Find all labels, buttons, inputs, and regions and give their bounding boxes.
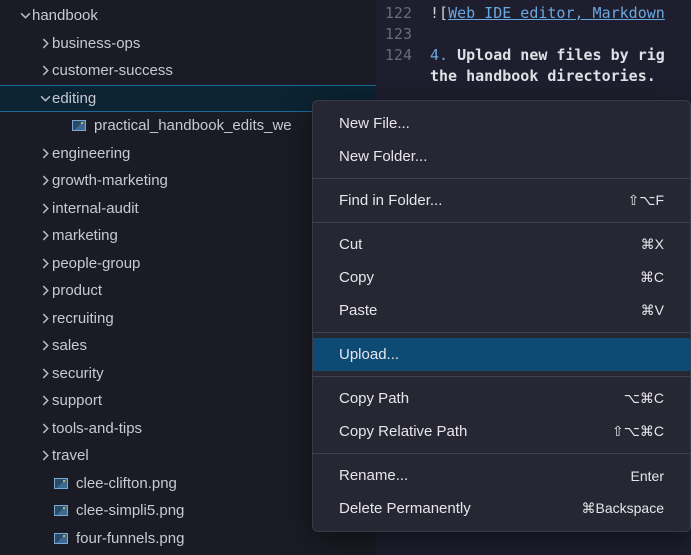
tree-folder[interactable]: customer-success: [0, 57, 376, 85]
menu-item-label: Copy Path: [339, 390, 409, 407]
code-line: the handbook directories.: [376, 65, 691, 86]
line-number: 123: [376, 25, 430, 43]
menu-item-label: New File...: [339, 115, 410, 132]
menu-item[interactable]: Delete Permanently ⌘Backspace: [313, 492, 690, 525]
menu-item-label: Rename...: [339, 467, 408, 484]
tree-label: handbook: [32, 7, 98, 24]
tree-label: clee-simpli5.png: [76, 502, 184, 519]
menu-item-label: Paste: [339, 302, 377, 319]
line-number: 122: [376, 4, 430, 22]
menu-item[interactable]: Rename... Enter: [313, 459, 690, 492]
chevron-right-icon: [38, 203, 52, 214]
tree-label: practical_handbook_edits_we: [94, 117, 292, 134]
menu-item-label: New Folder...: [339, 148, 427, 165]
menu-item[interactable]: Upload...: [313, 338, 690, 371]
image-file-icon: [70, 120, 88, 131]
tree-label: four-funnels.png: [76, 530, 184, 547]
code-content: the handbook directories.: [430, 67, 656, 85]
context-menu[interactable]: New File... New Folder... Find in Folder..…: [312, 100, 691, 532]
menu-item[interactable]: Copy Path ⌥⌘C: [313, 382, 690, 415]
line-number: 124: [376, 46, 430, 64]
chevron-right-icon: [38, 340, 52, 351]
menu-separator: [313, 178, 690, 179]
menu-item-shortcut: ⇧⌥F: [628, 192, 664, 209]
tree-label: marketing: [52, 227, 118, 244]
menu-item[interactable]: Copy ⌘C: [313, 261, 690, 294]
menu-item-label: Copy Relative Path: [339, 423, 467, 440]
chevron-right-icon: [38, 38, 52, 49]
chevron-right-icon: [38, 423, 52, 434]
tree-label: engineering: [52, 145, 130, 162]
tree-label: customer-success: [52, 62, 173, 79]
chevron-right-icon: [38, 148, 52, 159]
menu-item-shortcut: ⌥⌘C: [624, 390, 664, 407]
menu-item-shortcut: Enter: [631, 468, 664, 484]
code-content: ![Web IDE editor, Markdown: [430, 4, 665, 22]
code-content: 4. Upload new files by rig: [430, 46, 665, 64]
menu-item-label: Copy: [339, 269, 374, 286]
menu-item-shortcut: ⌘V: [641, 302, 664, 319]
chevron-right-icon: [38, 450, 52, 461]
tree-folder[interactable]: business-ops: [0, 30, 376, 58]
chevron-right-icon: [38, 230, 52, 241]
tree-label: security: [52, 365, 104, 382]
chevron-down-icon: [38, 93, 52, 104]
code-line: 122![Web IDE editor, Markdown: [376, 2, 691, 23]
menu-item-shortcut: ⌘X: [641, 236, 664, 253]
chevron-right-icon: [38, 313, 52, 324]
code-line: 1244. Upload new files by rig: [376, 44, 691, 65]
tree-label: editing: [52, 90, 96, 107]
menu-item-shortcut: ⇧⌥⌘C: [612, 423, 664, 440]
chevron-right-icon: [38, 65, 52, 76]
menu-item[interactable]: Copy Relative Path ⇧⌥⌘C: [313, 415, 690, 448]
tree-label: sales: [52, 337, 87, 354]
chevron-right-icon: [38, 395, 52, 406]
menu-item[interactable]: Find in Folder... ⇧⌥F: [313, 184, 690, 217]
chevron-right-icon: [38, 368, 52, 379]
menu-separator: [313, 453, 690, 454]
menu-item[interactable]: New Folder...: [313, 140, 690, 173]
tree-label: product: [52, 282, 102, 299]
tree-folder-root[interactable]: handbook: [0, 2, 376, 30]
menu-item-label: Upload...: [339, 346, 399, 363]
menu-separator: [313, 222, 690, 223]
chevron-right-icon: [38, 285, 52, 296]
menu-item-label: Find in Folder...: [339, 192, 442, 209]
chevron-right-icon: [38, 175, 52, 186]
tree-label: growth-marketing: [52, 172, 168, 189]
tree-label: travel: [52, 447, 89, 464]
menu-item[interactable]: Cut ⌘X: [313, 228, 690, 261]
menu-item-label: Cut: [339, 236, 362, 253]
menu-item[interactable]: New File...: [313, 107, 690, 140]
tree-label: internal-audit: [52, 200, 139, 217]
code-line: 123: [376, 23, 691, 44]
menu-item[interactable]: Paste ⌘V: [313, 294, 690, 327]
image-file-icon: [52, 533, 70, 544]
tree-label: support: [52, 392, 102, 409]
menu-item-shortcut: ⌘C: [640, 269, 664, 286]
tree-label: recruiting: [52, 310, 114, 327]
tree-label: business-ops: [52, 35, 140, 52]
menu-item-shortcut: ⌘Backspace: [582, 500, 664, 517]
tree-label: tools-and-tips: [52, 420, 142, 437]
chevron-down-icon: [18, 10, 32, 21]
menu-separator: [313, 376, 690, 377]
tree-label: people-group: [52, 255, 140, 272]
menu-separator: [313, 332, 690, 333]
tree-label: clee-clifton.png: [76, 475, 177, 492]
chevron-right-icon: [38, 258, 52, 269]
image-file-icon: [52, 478, 70, 489]
image-file-icon: [52, 505, 70, 516]
menu-item-label: Delete Permanently: [339, 500, 471, 517]
